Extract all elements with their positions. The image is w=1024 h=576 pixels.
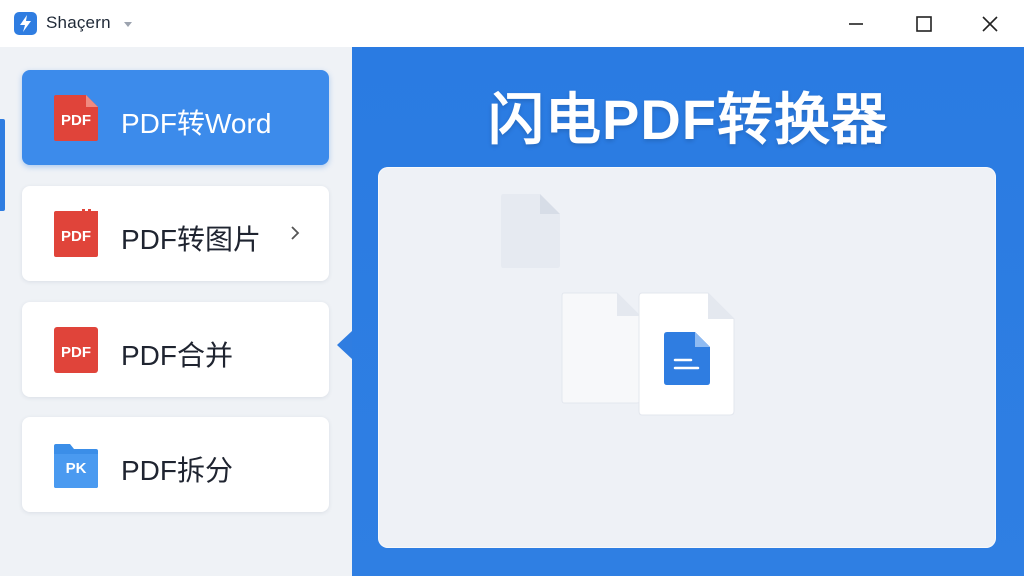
sidebar-item-label: PDF拆分	[121, 455, 234, 486]
app-name: Shaçern	[46, 13, 111, 32]
title-bar: Shaçern	[0, 0, 1024, 47]
sidebar-item-pdf-to-image[interactable]: PDF PDF转图片	[22, 186, 329, 281]
pdf-file-icon: PDF	[52, 93, 100, 143]
minimize-button[interactable]	[838, 8, 874, 40]
page-title: 闪电PDF转换器	[488, 88, 888, 151]
sidebar-item-label: PDF转Word	[121, 108, 272, 139]
sidebar-item-pdf-split[interactable]: PK PDF拆分	[22, 417, 329, 512]
folder-icon: PK	[52, 440, 100, 490]
active-indicator	[0, 119, 5, 211]
maximize-button[interactable]	[906, 8, 942, 40]
sidebar-item-label: PDF转图片	[121, 224, 262, 255]
faded-document-icon	[501, 194, 560, 268]
lightning-logo-icon	[14, 12, 37, 35]
selection-pointer	[337, 331, 352, 359]
document-back-icon	[561, 292, 641, 404]
pdf-file-icon: PDF	[52, 209, 100, 259]
close-icon	[982, 16, 998, 32]
maximize-icon	[916, 16, 932, 32]
close-button[interactable]	[972, 8, 1008, 40]
pdf-file-icon: PDF	[52, 325, 100, 375]
sidebar-item-pdf-to-word[interactable]: PDF PDF转Word	[22, 70, 329, 165]
sidebar-item-pdf-merge[interactable]: PDF PDF合并	[22, 302, 329, 397]
minimize-icon	[849, 23, 863, 25]
sidebar: PDF PDF转Word PDF PDF转图片 PDF PDF合并 PK PDF…	[0, 47, 352, 576]
chevron-right-icon	[291, 226, 300, 240]
file-drop-zone[interactable]	[378, 167, 996, 548]
sidebar-item-label: PDF合并	[121, 340, 234, 371]
main-panel: 闪电PDF转换器	[352, 47, 1024, 576]
document-front-icon	[638, 292, 735, 416]
app-menu-caret-icon[interactable]	[124, 22, 132, 27]
